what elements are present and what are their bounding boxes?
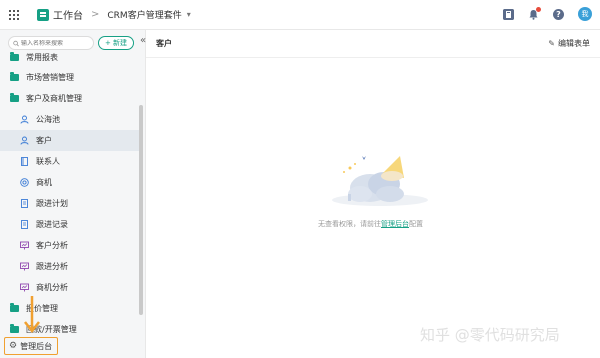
sidebar-item-common-reports[interactable]: 常用报表 [0,47,140,68]
contact-icon [20,157,29,166]
main-header: 客户 ✎ 编辑表单 [146,30,600,58]
sidebar-item-followup-record[interactable]: 跟进记录 [0,214,140,235]
sidebar-item-label: 联系人 [36,157,60,166]
arrow-down-icon [24,296,40,334]
top-bar: 工作台 > CRM客户管理套件 ▾ ? 我 [0,0,600,30]
sidebar-item-quote[interactable]: 报价管理 [0,298,140,319]
empty-state-illustration [332,156,428,206]
workbench-logo-icon[interactable] [37,8,49,21]
notification-badge [536,6,541,12]
sidebar-item-label: 商机分析 [36,283,68,292]
doc-icon [20,220,29,229]
empty-state-message: 无查看权限，请前往管理后台配置 [318,219,423,229]
sidebar-item-label: 客户及商机管理 [26,94,82,103]
chart-icon [20,241,29,250]
sidebar-item-customer-opportunity[interactable]: 客户及商机管理 [0,88,140,109]
search-input[interactable] [21,39,93,47]
breadcrumb-separator: > [91,9,100,20]
folder-icon [10,93,19,102]
sidebar-item-label: 跟进计划 [36,199,68,208]
edit-icon: ✎ [548,39,555,48]
edit-form-label: 编辑表单 [558,39,590,48]
sidebar-item-label: 市场营销管理 [26,73,74,82]
empty-prefix: 无查看权限，请前往 [318,220,381,228]
folder-icon [10,72,19,81]
chart-icon [20,283,29,292]
workbench-link[interactable]: 工作台 [53,7,83,22]
chevron-down-icon[interactable]: ▾ [187,10,191,19]
help-icon[interactable]: ? [553,8,564,20]
sidebar-item-label: 客户分析 [36,241,68,250]
folder-icon [10,52,19,61]
sidebar-item-customer[interactable]: 客户 [0,130,140,151]
doc-icon [20,199,29,208]
chart-icon [20,262,29,271]
app-name[interactable]: CRM客户管理套件 [107,8,181,21]
user-icon [20,136,29,145]
admin-console-label: 管理后台 [20,341,53,351]
sidebar-item-contacts[interactable]: 联系人 [0,151,140,172]
folder-icon [10,303,19,312]
sidebar-item-followup-plan[interactable]: 跟进计划 [0,193,140,214]
sidebar-item-label: 公海池 [36,115,60,124]
sidebar-item-label: 跟进分析 [36,262,68,271]
empty-suffix: 配置 [409,220,423,228]
sidebar-item-opportunity-analysis[interactable]: 商机分析 [0,277,140,298]
gear-icon: ⚙ [9,341,18,351]
sidebar-item-label: 客户 [36,136,52,145]
page-title: 客户 [156,39,172,48]
sidebar-scrollbar[interactable] [139,105,143,315]
notebook-icon[interactable] [503,8,514,20]
search-icon [13,40,19,46]
edit-form-button[interactable]: ✎ 编辑表单 [548,38,590,49]
watermark: 知乎 @零代码研究局 [420,326,560,344]
bell-icon[interactable] [528,6,541,20]
folder-icon [10,324,19,333]
admin-console-button[interactable]: ⚙ 管理后台 [4,337,58,355]
avatar[interactable]: 我 [578,7,592,21]
sidebar-item-label: 常用报表 [26,53,58,62]
admin-console-link[interactable]: 管理后台 [381,220,409,228]
target-icon [20,178,29,187]
apps-grid-icon[interactable] [9,9,19,20]
sidebar-item-public-pool[interactable]: 公海池 [0,109,140,130]
sidebar-item-followup-analysis[interactable]: 跟进分析 [0,256,140,277]
sidebar-item-opportunity[interactable]: 商机 [0,172,140,193]
sidebar-item-marketing[interactable]: 市场营销管理 [0,67,140,88]
sidebar: + 新建 常用报表 市场营销管理 客户及商机管理 公海池 客户 联系人 商 [0,30,146,358]
users-icon [20,115,29,124]
sidebar-item-customer-analysis[interactable]: 客户分析 [0,235,140,256]
sidebar-item-label: 跟进记录 [36,220,68,229]
sidebar-item-label: 商机 [36,178,52,187]
topbar-actions: ? 我 [503,6,592,21]
